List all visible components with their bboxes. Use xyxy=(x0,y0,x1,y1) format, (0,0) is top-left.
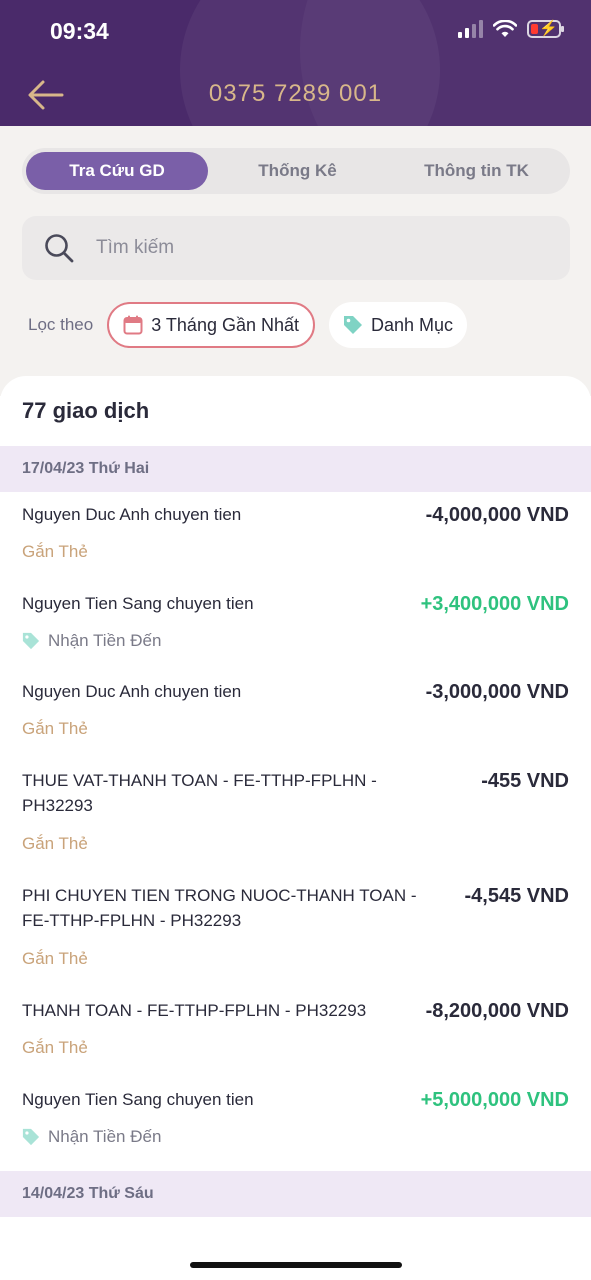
filter-label: Lọc theo xyxy=(28,315,94,334)
transaction-amount: -3,000,000 VND xyxy=(425,681,569,703)
tag-link[interactable]: Gắn Thẻ xyxy=(22,719,88,739)
tag-label: Gắn Thẻ xyxy=(22,834,88,853)
tag-icon xyxy=(22,632,40,650)
status-icons: ⚡ xyxy=(458,20,564,38)
transaction-amount: -4,545 VND xyxy=(464,885,570,907)
category-label: Nhận Tiền Đến xyxy=(48,631,162,650)
category-tag[interactable]: Nhận Tiền Đến xyxy=(22,1127,161,1147)
transaction-description: THANH TOAN - FE-TTHP-FPLHN - PH32293 xyxy=(22,1001,367,1020)
transaction-count: 77 giao dịch xyxy=(22,398,150,423)
tag-icon xyxy=(344,316,363,334)
home-indicator[interactable] xyxy=(190,1262,402,1268)
filter-panel: Tra Cứu GD Thống Kê Thông tin TK Lọc the… xyxy=(0,126,591,396)
signal-icon xyxy=(458,20,483,38)
tag-label: Gắn Thẻ xyxy=(22,542,88,561)
calendar-icon xyxy=(123,315,143,335)
category-tag[interactable]: Nhận Tiền Đến xyxy=(22,631,161,651)
category-filter-chip[interactable]: Danh Mục xyxy=(329,302,468,348)
search-input[interactable] xyxy=(96,237,516,259)
transaction-amount: +3,400,000 VND xyxy=(420,593,569,615)
tag-label: Gắn Thẻ xyxy=(22,719,88,738)
search-box xyxy=(22,216,570,280)
status-time: 09:34 xyxy=(50,18,109,44)
transaction-description: Nguyen Tien Sang chuyen tien xyxy=(22,1090,254,1109)
period-filter-label: 3 Tháng Gần Nhất xyxy=(151,314,300,335)
account-number: 0375 7289 001 xyxy=(208,80,383,107)
search-icon xyxy=(45,234,74,263)
transaction-row[interactable]: PHI CHUYEN TIEN TRONG NUOC-THANH TOAN - … xyxy=(0,883,591,983)
transaction-description: THUE VAT-THANH TOAN - FE-TTHP-FPLHN - PH… xyxy=(22,771,377,815)
tag-link[interactable]: Gắn Thẻ xyxy=(22,949,88,969)
tag-icon xyxy=(22,1128,40,1146)
transaction-amount: -4,000,000 VND xyxy=(425,504,569,526)
date-group-header: 14/04/23 Thứ Sáu xyxy=(0,1171,591,1217)
tab-thong-ke[interactable]: Thống Kê xyxy=(208,152,387,190)
period-filter-chip[interactable]: 3 Tháng Gần Nhất xyxy=(107,302,316,348)
tab-tra-cuu-gd[interactable]: Tra Cứu GD xyxy=(26,152,208,190)
transaction-list: 77 giao dịch 17/04/23 Thứ Hai Nguyen Duc… xyxy=(0,376,591,1280)
tag-label: Gắn Thẻ xyxy=(22,949,88,968)
transaction-amount: +5,000,000 VND xyxy=(420,1089,569,1111)
transaction-description: Nguyen Duc Anh chuyen tien xyxy=(22,682,242,701)
transaction-amount: -455 VND xyxy=(481,770,569,792)
tag-link[interactable]: Gắn Thẻ xyxy=(22,834,88,854)
category-filter-label: Danh Mục xyxy=(371,314,454,335)
transaction-row[interactable]: Nguyen Duc Anh chuyen tien -4,000,000 VN… xyxy=(0,502,591,582)
transaction-description: Nguyen Tien Sang chuyen tien xyxy=(22,594,254,613)
category-label: Nhận Tiền Đến xyxy=(48,1127,162,1146)
transaction-row[interactable]: THUE VAT-THANH TOAN - FE-TTHP-FPLHN - PH… xyxy=(0,768,591,868)
transaction-description: PHI CHUYEN TIEN TRONG NUOC-THANH TOAN - … xyxy=(22,886,417,930)
transaction-row[interactable]: Nguyen Tien Sang chuyen tien +5,000,000 … xyxy=(0,1087,591,1167)
tag-label: Gắn Thẻ xyxy=(22,1038,88,1057)
date-group-header: 17/04/23 Thứ Hai xyxy=(0,446,591,492)
filter-row: Lọc theo 3 Tháng Gần Nhất Danh Mục xyxy=(28,302,468,348)
transaction-row[interactable]: Nguyen Duc Anh chuyen tien -3,000,000 VN… xyxy=(0,679,591,759)
transaction-description: Nguyen Duc Anh chuyen tien xyxy=(22,505,242,524)
transaction-amount: -8,200,000 VND xyxy=(425,1000,569,1022)
tag-link[interactable]: Gắn Thẻ xyxy=(22,1038,88,1058)
tag-link[interactable]: Gắn Thẻ xyxy=(22,542,88,562)
app-header: 09:34 ⚡ 0375 7289 001 xyxy=(0,0,591,126)
wifi-icon xyxy=(493,20,517,37)
transaction-row[interactable]: Nguyen Tien Sang chuyen tien +3,400,000 … xyxy=(0,591,591,671)
tab-bar: Tra Cứu GD Thống Kê Thông tin TK xyxy=(22,148,570,194)
battery-icon: ⚡ xyxy=(527,20,564,38)
tab-thong-tin-tk[interactable]: Thông tin TK xyxy=(387,152,566,190)
transaction-row[interactable]: THANH TOAN - FE-TTHP-FPLHN - PH32293 -8,… xyxy=(0,998,591,1078)
